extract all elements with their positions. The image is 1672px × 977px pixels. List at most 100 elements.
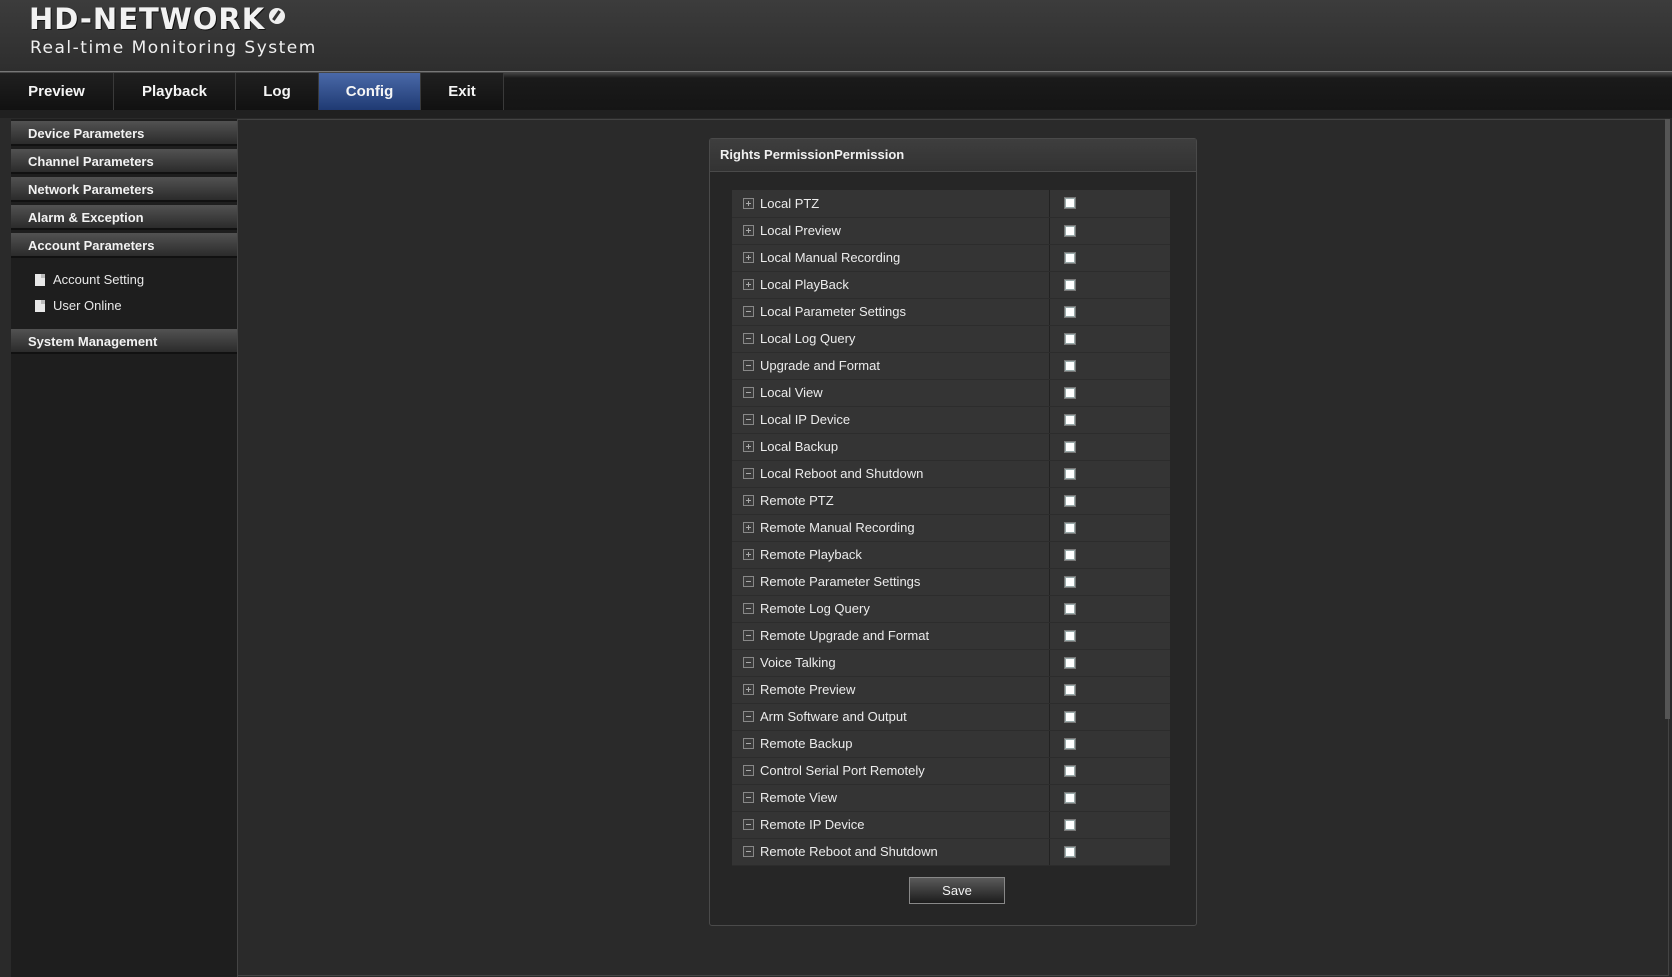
sidebar-subitem-user-online[interactable]: User Online [35, 295, 122, 317]
collapse-minus-icon[interactable] [743, 711, 754, 722]
permission-checkbox[interactable] [1064, 251, 1077, 264]
collapse-minus-icon[interactable] [743, 387, 754, 398]
collapse-minus-icon[interactable] [743, 738, 754, 749]
app-title: HD-NETWORK [29, 2, 286, 36]
collapse-minus-icon[interactable] [743, 657, 754, 668]
sidebar-item-channel-parameters[interactable]: Channel Parameters [11, 149, 237, 174]
collapse-minus-icon[interactable] [743, 414, 754, 425]
permission-label: Remote Reboot and Shutdown [760, 844, 938, 859]
permission-checkbox[interactable] [1064, 683, 1077, 696]
expand-plus-icon[interactable] [743, 522, 754, 533]
permission-name-cell: Local Backup [732, 433, 1051, 461]
collapse-minus-icon[interactable] [743, 333, 754, 344]
save-button[interactable]: Save [909, 877, 1005, 904]
permission-check-cell [1049, 622, 1170, 650]
permission-check-cell [1049, 784, 1170, 812]
permission-row: Upgrade and Format [732, 352, 1170, 380]
expand-plus-icon[interactable] [743, 197, 754, 209]
expand-plus-icon[interactable] [743, 441, 754, 452]
tab-preview[interactable]: Preview [0, 73, 114, 110]
collapse-minus-icon[interactable] [743, 630, 754, 641]
permission-checkbox[interactable] [1064, 818, 1077, 831]
permission-checkbox[interactable] [1064, 656, 1077, 669]
permission-check-cell [1049, 406, 1170, 434]
permission-row: Local Backup [732, 433, 1170, 461]
permission-checkbox[interactable] [1064, 467, 1077, 480]
collapse-minus-icon[interactable] [743, 603, 754, 614]
collapse-minus-icon[interactable] [743, 306, 754, 317]
permission-check-cell [1049, 676, 1170, 704]
collapse-minus-icon[interactable] [743, 576, 754, 587]
permission-checkbox[interactable] [1064, 548, 1077, 561]
sidebar-item-alarm-exception[interactable]: Alarm & Exception [11, 205, 237, 230]
permission-row: Remote Reboot and Shutdown [732, 838, 1170, 866]
permission-row: Remote IP Device [732, 811, 1170, 839]
permission-checkbox[interactable] [1064, 602, 1077, 615]
permission-checkbox[interactable] [1064, 386, 1077, 399]
collapse-minus-icon[interactable] [743, 792, 754, 803]
permission-row: Remote Backup [732, 730, 1170, 758]
rights-permission-panel: Rights PermissionPermission Local PTZ Loc… [709, 138, 1197, 926]
permission-label: Local IP Device [760, 412, 851, 427]
permission-checkbox[interactable] [1064, 575, 1077, 588]
nav-divider [0, 110, 1672, 118]
sidebar-subitem-account-setting[interactable]: Account Setting [35, 269, 144, 291]
permission-checkbox[interactable] [1064, 845, 1077, 858]
tab-playback[interactable]: Playback [114, 73, 236, 110]
permission-checkbox[interactable] [1064, 710, 1077, 723]
permission-label: Remote PTZ [760, 493, 834, 508]
permission-check-cell [1049, 325, 1170, 353]
permission-row: Local IP Device [732, 406, 1170, 434]
tab-log[interactable]: Log [236, 73, 319, 110]
permission-row: Remote Manual Recording [732, 514, 1170, 542]
permission-checkbox[interactable] [1064, 494, 1077, 507]
sidebar-item-device-parameters[interactable]: Device Parameters [11, 121, 237, 146]
permission-checkbox[interactable] [1064, 629, 1077, 642]
expand-plus-icon[interactable] [743, 495, 754, 506]
permission-name-cell: Upgrade and Format [732, 352, 1051, 380]
collapse-minus-icon[interactable] [743, 360, 754, 371]
expand-plus-icon[interactable] [743, 252, 754, 263]
sidebar-item-system-management[interactable]: System Management [11, 329, 237, 354]
permission-check-cell [1049, 460, 1170, 488]
permission-label: Local Parameter Settings [760, 304, 906, 319]
permission-name-cell: Local PTZ [732, 190, 1051, 218]
collapse-minus-icon[interactable] [743, 765, 754, 776]
permission-checkbox[interactable] [1064, 224, 1077, 237]
permission-name-cell: Local Parameter Settings [732, 298, 1051, 326]
collapse-minus-icon[interactable] [743, 468, 754, 479]
expand-plus-icon[interactable] [743, 279, 754, 290]
permission-checkbox[interactable] [1064, 440, 1077, 453]
permission-checkbox[interactable] [1064, 791, 1077, 804]
permission-check-cell [1049, 568, 1170, 596]
permission-checkbox[interactable] [1064, 197, 1077, 210]
expand-plus-icon[interactable] [743, 684, 754, 695]
permission-checkbox[interactable] [1064, 737, 1077, 750]
expand-plus-icon[interactable] [743, 225, 754, 236]
sidebar-item-account-parameters[interactable]: Account Parameters [11, 233, 237, 258]
permission-checkbox[interactable] [1064, 278, 1077, 291]
permission-row: Local Log Query [732, 325, 1170, 353]
permission-label: Local Preview [760, 223, 841, 238]
tab-exit[interactable]: Exit [421, 73, 504, 110]
permission-checkbox[interactable] [1064, 305, 1077, 318]
permission-check-cell [1049, 271, 1170, 299]
permission-checkbox[interactable] [1064, 332, 1077, 345]
permission-label: Arm Software and Output [760, 709, 907, 724]
permission-row: Local View [732, 379, 1170, 407]
permission-checkbox[interactable] [1064, 764, 1077, 777]
permission-checkbox[interactable] [1064, 359, 1077, 372]
collapse-minus-icon[interactable] [743, 819, 754, 830]
scrollbar[interactable] [1665, 119, 1670, 719]
collapse-minus-icon[interactable] [743, 846, 754, 857]
permission-row: Voice Talking [732, 649, 1170, 677]
permission-checkbox[interactable] [1064, 521, 1077, 534]
sidebar-item-network-parameters[interactable]: Network Parameters [11, 177, 237, 202]
permission-name-cell: Remote PTZ [732, 487, 1051, 515]
expand-plus-icon[interactable] [743, 549, 754, 560]
tab-config[interactable]: Config [319, 73, 421, 110]
permission-label: Upgrade and Format [760, 358, 880, 373]
permission-label: Voice Talking [760, 655, 836, 670]
permission-check-cell [1049, 649, 1170, 677]
permission-checkbox[interactable] [1064, 413, 1077, 426]
